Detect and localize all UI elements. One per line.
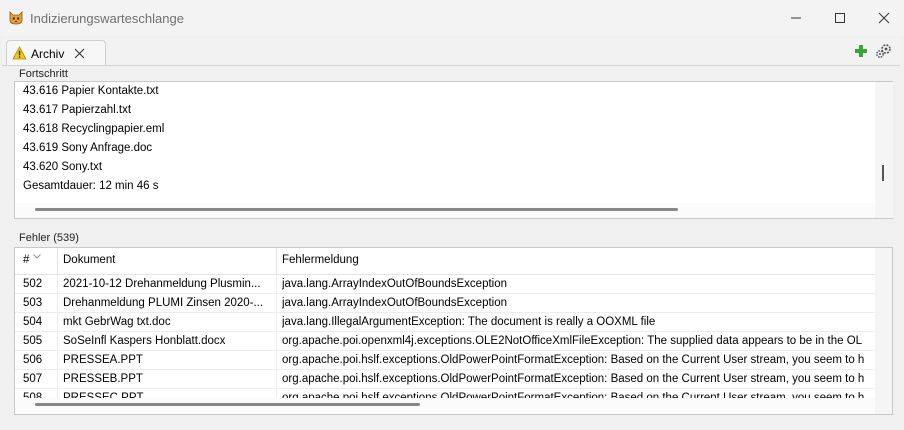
row-message: org.apache.poi.hslf.exceptions.OldPowerP… [282,354,865,366]
plus-icon[interactable] [853,43,869,59]
row-document: PRESSEB.PPT [63,373,143,385]
column-divider [57,351,58,370]
progress-lines: 43.616 Papier Kontakte.txt 43.617 Papier… [23,82,164,196]
errors-table[interactable]: # Dokument Fehlermeldung 502 2021-10-12 … [14,247,893,415]
table-row[interactable]: 503 Drehanmeldung PLUMI Zinsen 2020-... … [15,294,875,313]
column-divider [276,370,277,389]
maximize-icon [835,13,845,23]
errors-vertical-scrollbar[interactable] [875,248,892,414]
column-header-number[interactable]: # [23,254,29,266]
table-row[interactable]: 506 PRESSEA.PPT org.apache.poi.hslf.exce… [15,351,875,370]
cat-app-icon [8,9,24,25]
row-message: org.apache.poi.openxml4j.exceptions.OLE2… [282,335,863,347]
column-divider [57,275,58,294]
progress-horizontal-scroll-thumb[interactable] [35,208,678,211]
queue-panel: Archiv Fortschritt 43.616 Papier Kontakt… [2,37,900,425]
column-header-document[interactable]: Dokument [63,254,115,266]
row-message: java.lang.ArrayIndexOutOfBoundsException [282,297,508,309]
row-number: 502 [23,278,43,290]
column-divider [57,248,58,275]
column-divider [57,370,58,389]
tab-divider [2,65,900,66]
progress-line: 43.618 Recyclingpapier.eml [23,123,165,135]
table-row[interactable]: 507 PRESSEB.PPT org.apache.poi.hslf.exce… [15,370,875,389]
window-title: Indizierungswarteschlange [30,11,184,26]
progress-line: 43.617 Papierzahl.txt [23,104,132,116]
progress-vertical-scroll-thumb[interactable] [882,165,884,181]
progress-log[interactable]: 43.616 Papier Kontakte.txt 43.617 Papier… [14,81,893,219]
column-divider [57,313,58,332]
progress-line: 43.616 Papier Kontakte.txt [23,85,159,97]
minimize-button[interactable] [776,6,816,30]
progress-line: Gesamtdauer: 12 min 46 s [23,180,159,192]
row-message: org.apache.poi.hslf.exceptions.OldPowerP… [282,373,865,385]
row-number: 507 [23,373,43,385]
progress-line: 43.620 Sony.txt [23,161,103,173]
title-bar: Indizierungswarteschlange [0,0,904,36]
row-number: 504 [23,316,43,328]
errors-horizontal-scrollbar[interactable] [15,398,875,414]
errors-section-label: Fehler (539) [19,232,79,244]
progress-line: 43.619 Sony Anfrage.doc [23,142,153,154]
row-document: SoSeInfl Kaspers Honblatt.docx [63,335,226,347]
close-icon [878,12,890,24]
gears-icon[interactable] [875,43,891,59]
close-tab-icon[interactable] [74,48,85,62]
row-number: 506 [23,354,43,366]
row-message: java.lang.IllegalArgumentException: The … [282,316,656,328]
tab-label: Archiv [31,47,65,61]
column-divider [57,332,58,351]
tab-archiv[interactable]: Archiv [6,40,106,66]
column-divider [276,248,277,275]
table-row[interactable]: 505 SoSeInfl Kaspers Honblatt.docx org.a… [15,332,875,351]
row-document: mkt GebrWag txt.doc [63,316,171,328]
row-message: java.lang.ArrayIndexOutOfBoundsException [282,278,508,290]
row-number: 505 [23,335,43,347]
table-header: # Dokument Fehlermeldung [15,248,875,275]
column-divider [57,294,58,313]
column-divider [276,313,277,332]
row-document: PRESSEA.PPT [63,354,143,366]
table-row[interactable]: 502 2021-10-12 Drehanmeldung Plusmin... … [15,275,875,294]
close-window-button[interactable] [864,6,904,30]
column-header-message[interactable]: Fehlermeldung [282,254,359,266]
minimize-icon [791,17,801,19]
sort-indicator-icon [33,248,41,262]
errors-horizontal-scroll-thumb[interactable] [35,403,420,406]
column-divider [276,275,277,294]
column-divider [276,351,277,370]
row-document: Drehanmeldung PLUMI Zinsen 2020-... [63,297,264,309]
row-number: 503 [23,297,43,309]
column-divider [276,294,277,313]
column-divider [276,332,277,351]
progress-vertical-scrollbar[interactable] [875,82,893,218]
row-document: 2021-10-12 Drehanmeldung Plusmin... [63,278,261,290]
progress-section-label: Fortschritt [19,68,68,80]
table-row[interactable]: 504 mkt GebrWag txt.doc java.lang.Illega… [15,313,875,332]
maximize-button[interactable] [820,6,860,30]
tab-bar: Archiv [2,37,900,66]
warning-icon [12,46,27,63]
